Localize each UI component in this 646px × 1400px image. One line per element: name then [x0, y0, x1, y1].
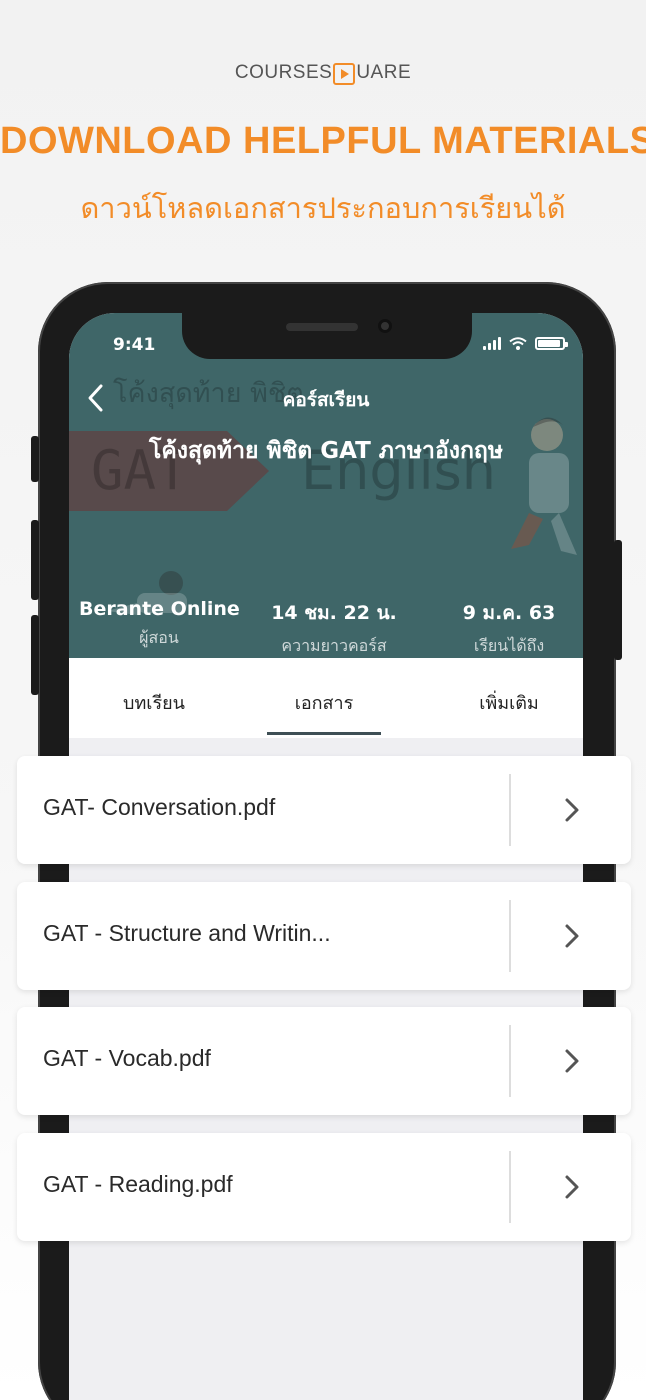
file-name: GAT- Conversation.pdf: [43, 794, 276, 820]
phone-side-button: [614, 540, 622, 660]
file-divider: [509, 900, 511, 972]
tab-bar: บทเรียน เอกสาร เพิ่มเติม: [69, 658, 583, 738]
logo-text-left: COURSES: [234, 62, 333, 83]
stat-value: 9 ม.ค. 63: [462, 602, 556, 624]
promo-headline: DOWNLOAD HELPFUL MATERIALS: [0, 120, 646, 162]
notch-camera: [378, 319, 392, 333]
course-hero: โค้งสุดท้าย พิชิต GAT English 9:41 คอร์ส…: [69, 313, 583, 658]
stat-value: 14 ชม. 22 น.: [271, 602, 397, 624]
wifi-icon: [509, 337, 527, 350]
course-stats: Berante Online ผู้สอน 14 ชม. 22 น. ความย…: [69, 598, 583, 658]
file-name: GAT - Structure and Writin...: [43, 920, 331, 946]
phone-notch: [182, 313, 472, 359]
status-time: 9:41: [113, 335, 156, 355]
notch-speaker: [286, 323, 358, 331]
tab-documents[interactable]: เอกสาร: [264, 688, 384, 717]
tab-lessons[interactable]: บทเรียน: [89, 688, 219, 717]
file-item[interactable]: GAT - Vocab.pdf: [17, 1007, 631, 1115]
file-divider: [509, 774, 511, 846]
play-logo-icon: [333, 63, 356, 85]
active-tab-indicator: [267, 732, 381, 735]
promo-subheadline: ดาวน์โหลดเอกสารประกอบการเรียนได้: [80, 191, 566, 225]
stat-label: ผู้สอน: [139, 628, 179, 647]
chevron-right-icon[interactable]: [562, 1173, 582, 1201]
phone-side-button: [31, 615, 39, 695]
file-item[interactable]: GAT - Structure and Writin...: [17, 882, 631, 990]
stat-expiry: 9 ม.ค. 63 เรียนได้ถึง: [443, 598, 575, 659]
chevron-right-icon[interactable]: [562, 922, 582, 950]
file-name: GAT - Reading.pdf: [43, 1171, 233, 1197]
file-divider: [509, 1025, 511, 1097]
phone-side-button: [31, 436, 39, 482]
tab-more[interactable]: เพิ่มเติม: [449, 688, 569, 717]
file-divider: [509, 1151, 511, 1223]
status-icons: [483, 337, 568, 350]
chevron-right-icon[interactable]: [562, 796, 582, 824]
app-logo: COURSES UARE: [0, 62, 646, 85]
chevron-right-icon[interactable]: [562, 1047, 582, 1075]
stat-instructor: Berante Online ผู้สอน: [79, 598, 240, 651]
file-item[interactable]: GAT - Reading.pdf: [17, 1133, 631, 1241]
stat-label: ความยาวคอร์ส: [281, 636, 387, 655]
logo-text-right: UARE: [356, 62, 412, 83]
phone-side-button: [31, 520, 39, 600]
hero-character-illustration: [511, 417, 577, 555]
stat-label: เรียนได้ถึง: [473, 636, 545, 655]
file-name: GAT - Vocab.pdf: [43, 1045, 211, 1071]
stat-duration: 14 ชม. 22 น. ความยาวคอร์ส: [259, 598, 409, 659]
stat-value: Berante Online: [79, 598, 240, 620]
file-item[interactable]: GAT- Conversation.pdf: [17, 756, 631, 864]
course-title: โค้งสุดท้าย พิชิต GAT ภาษาอังกฤษ: [148, 438, 504, 464]
signal-icon: [483, 337, 501, 350]
battery-icon: [535, 337, 568, 350]
nav-title: คอร์สเรียน: [282, 389, 370, 411]
